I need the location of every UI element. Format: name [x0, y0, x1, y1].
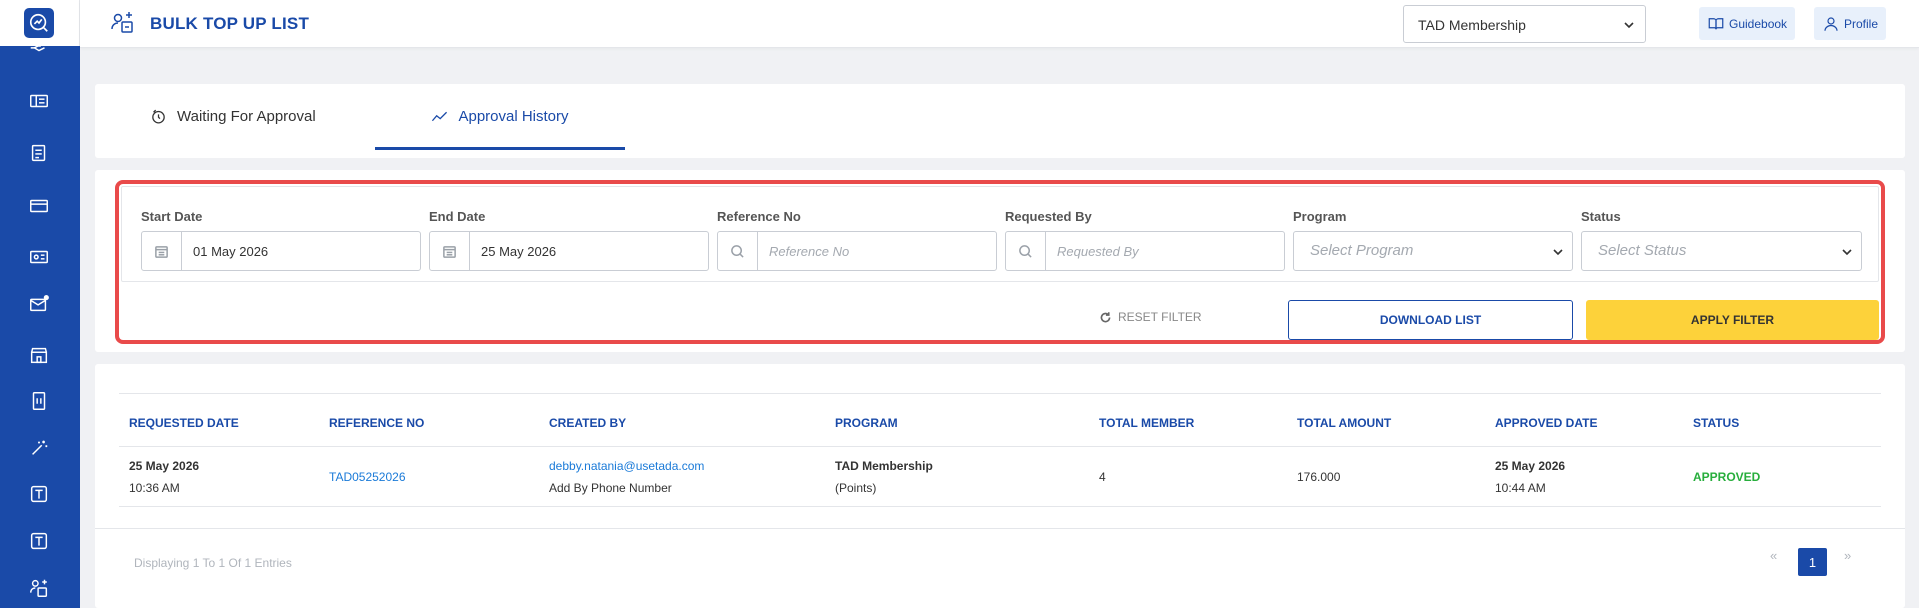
chevron-down-icon [1553, 249, 1563, 256]
guidebook-label: Guidebook [1729, 16, 1788, 31]
pagination-page-1[interactable]: 1 [1798, 548, 1827, 576]
pagination-next[interactable]: » [1844, 548, 1851, 563]
program-placeholder: Select Program [1310, 242, 1414, 259]
status-label: Status [1581, 209, 1621, 224]
top-header: BULK TOP UP LIST TAD Membership Guideboo… [80, 0, 1919, 48]
store-icon[interactable] [26, 342, 52, 368]
profile-button[interactable]: Profile [1814, 7, 1887, 40]
reference-no-placeholder: Reference No [769, 244, 850, 259]
end-date-value: 25 May 2026 [481, 244, 557, 259]
membership-select-value: TAD Membership [1418, 17, 1526, 33]
start-date-input[interactable]: 01 May 2026 [141, 231, 421, 271]
tab-approval-history[interactable]: Approval History [375, 84, 625, 150]
table-row-divider [119, 506, 1881, 507]
column-header-requested-date: REQUESTED DATE [129, 416, 239, 430]
bulk-top-up-icon [110, 10, 136, 36]
table-card: REQUESTED DATE REFERENCE NO CREATED BY P… [95, 364, 1905, 608]
bulk-top-up-icon[interactable] [26, 575, 52, 601]
app-logo[interactable] [24, 8, 54, 38]
calendar-icon [142, 232, 182, 270]
start-date-value: 01 May 2026 [193, 244, 269, 259]
requested-by-input[interactable]: Requested By [1005, 231, 1285, 271]
filter-fields: Start Date 01 May 2026 End Date 25 May 2… [121, 186, 1879, 282]
search-icon [1006, 232, 1046, 270]
status-placeholder: Select Status [1598, 242, 1687, 259]
voucher-icon[interactable] [26, 244, 52, 270]
ticket-icon[interactable] [26, 88, 52, 114]
page-title: BULK TOP UP LIST [150, 14, 310, 33]
timer-icon [152, 109, 165, 124]
program-select[interactable]: Select Program [1293, 231, 1573, 271]
user-icon [1824, 16, 1838, 31]
guidebook-button[interactable]: Guidebook [1699, 7, 1796, 40]
refresh-icon [1100, 311, 1111, 322]
magic-wand-icon[interactable] [26, 435, 52, 461]
approved-date: 25 May 2026 [1495, 459, 1566, 473]
tada-tag-icon[interactable] [26, 481, 52, 507]
start-date-label: Start Date [141, 209, 203, 224]
logo-area [0, 0, 80, 46]
column-header-created-by: CREATED BY [549, 416, 627, 430]
requested-by-label: Requested By [1005, 209, 1092, 224]
chevron-down-icon [1842, 249, 1852, 256]
tab-label: Waiting For Approval [177, 107, 316, 125]
column-header-total-amount: TOTAL AMOUNT [1297, 416, 1392, 430]
total-member: 4 [1099, 470, 1106, 484]
mail-notification-icon[interactable] [26, 291, 52, 317]
column-header-total-member: TOTAL MEMBER [1099, 416, 1195, 430]
filter-card: Start Date 01 May 2026 End Date 25 May 2… [95, 170, 1905, 352]
apply-filter-button[interactable]: APPLY FILTER [1586, 300, 1879, 340]
program-type: (Points) [835, 481, 877, 495]
column-header-approved-date: APPROVED DATE [1495, 416, 1598, 430]
reset-filter-label: RESET FILTER [1118, 310, 1202, 324]
document-icon[interactable] [26, 140, 52, 166]
reference-no-input[interactable]: Reference No [717, 231, 997, 271]
table-footer-divider [95, 528, 1905, 529]
reference-no-label: Reference No [717, 209, 801, 224]
column-header-program: PROGRAM [835, 416, 898, 430]
program-label: Program [1293, 209, 1347, 224]
tabs-card: Waiting For Approval Approval History [95, 84, 1905, 158]
requested-by-placeholder: Requested By [1057, 244, 1139, 259]
column-header-status: STATUS [1693, 416, 1740, 430]
calendar-icon [430, 232, 470, 270]
end-date-label: End Date [429, 209, 486, 224]
requested-time: 10:36 AM [129, 481, 180, 495]
table-header-divider [119, 446, 1881, 447]
reset-filter-button[interactable]: RESET FILTER [1099, 310, 1202, 324]
tab-waiting-for-approval[interactable]: Waiting For Approval [150, 84, 316, 148]
profile-label: Profile [1844, 16, 1879, 31]
mobile-menu-icon[interactable] [26, 388, 52, 414]
table-top-divider [119, 393, 1881, 394]
status-select[interactable]: Select Status [1581, 231, 1862, 271]
end-date-input[interactable]: 25 May 2026 [429, 231, 709, 271]
tab-label: Approval History [458, 108, 569, 125]
program-name: TAD Membership [835, 459, 933, 473]
filter-highlight-box: Start Date 01 May 2026 End Date 25 May 2… [115, 180, 1885, 344]
sidebar [0, 0, 80, 608]
status-badge: APPROVED [1693, 470, 1761, 484]
total-amount: 176.000 [1297, 470, 1341, 484]
created-by-method: Add By Phone Number [549, 481, 672, 495]
hand-coin-icon[interactable] [26, 46, 52, 58]
download-list-button[interactable]: DOWNLOAD LIST [1288, 300, 1573, 340]
created-by-email[interactable]: debby.natania@usetada.com [549, 459, 704, 473]
pagination-summary: Displaying 1 To 1 Of 1 Entries [134, 556, 292, 570]
trend-line-icon [432, 111, 448, 122]
reference-no-link[interactable]: TAD05252026 [329, 470, 406, 484]
chevron-down-icon [1624, 22, 1634, 29]
search-icon [718, 232, 758, 270]
requested-date: 25 May 2026 [129, 459, 200, 473]
card-icon[interactable] [26, 193, 52, 219]
membership-select[interactable]: TAD Membership [1403, 5, 1646, 43]
approved-time: 10:44 AM [1495, 481, 1546, 495]
tada-tag-alt-icon[interactable] [26, 528, 52, 554]
pagination-prev[interactable]: « [1770, 548, 1777, 563]
column-header-reference-no: REFERENCE NO [329, 416, 425, 430]
book-icon [1708, 17, 1724, 29]
